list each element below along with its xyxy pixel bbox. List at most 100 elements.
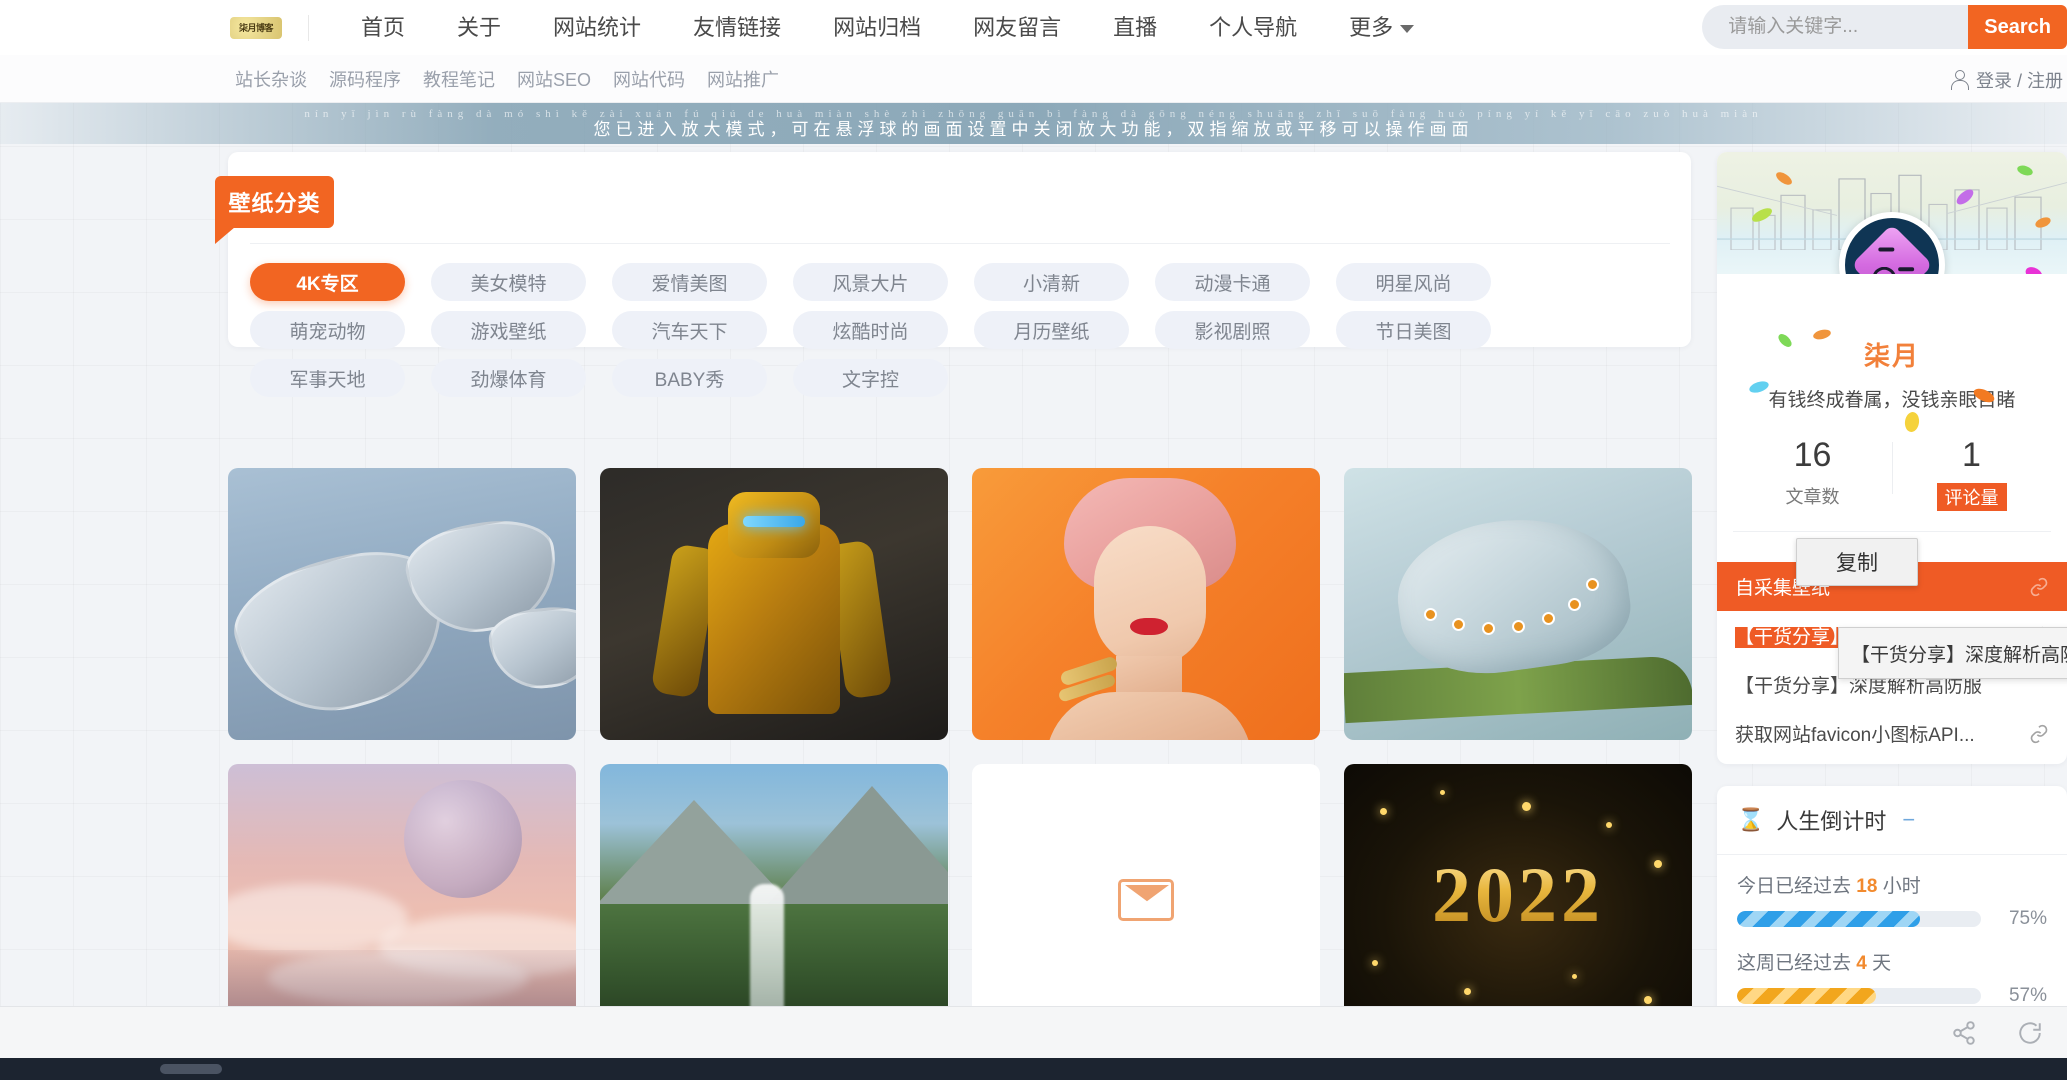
spot — [1452, 618, 1465, 631]
wallpaper-grid: 2022 — [228, 468, 1693, 1060]
nav-item-about[interactable]: 关于 — [431, 0, 527, 55]
home-indicator[interactable] — [160, 1064, 222, 1074]
share-icon[interactable] — [1951, 1020, 1977, 1046]
wallpaper-tile-clouds[interactable] — [228, 764, 576, 1036]
category-chip-text[interactable]: 文字控 — [793, 359, 948, 397]
login-register-link[interactable]: 登录 / 注册 — [1950, 67, 2063, 93]
wallpaper-tile-satellite-dishes[interactable] — [228, 468, 576, 740]
countdown-minimize-button[interactable]: − — [1902, 807, 1915, 833]
magnifier-mode-banner: nín yǐ jìn rù fàng dà mó shì kě zài xuán… — [0, 103, 2067, 144]
new-year-image: 2022 — [1344, 764, 1692, 1036]
subnav-item-promotion[interactable]: 网站推广 — [696, 66, 790, 92]
star-shape — [1522, 802, 1531, 811]
nav-item-archive[interactable]: 网站归档 — [807, 0, 947, 55]
category-chip-star[interactable]: 明星风尚 — [1336, 263, 1491, 301]
countdown-header: ⌛ 人生倒计时 − — [1717, 786, 2067, 855]
countdown-label-week: 这周已经过去 4 天 — [1737, 948, 2047, 975]
category-chip-model[interactable]: 美女模特 — [431, 263, 586, 301]
browser-bottom-bar — [0, 1006, 2067, 1058]
wallpaper-tile-woman[interactable] — [972, 468, 1320, 740]
category-chip-sports[interactable]: 劲爆体育 — [431, 359, 586, 397]
countdown-bar-week: 57% — [1737, 985, 2047, 1007]
wallpaper-tile-newyear[interactable]: 2022 — [1344, 764, 1692, 1036]
profile-body: 柒月 有钱终成眷属，没钱亲眼目睹 16 文章数 1 评论量 — [1717, 274, 2067, 552]
star-shape — [1572, 974, 1577, 979]
category-chip-car[interactable]: 汽车天下 — [612, 311, 767, 349]
empty-image-placeholder — [972, 764, 1320, 1036]
spot — [1586, 578, 1599, 591]
wallpaper-tile-butterfly[interactable] — [1344, 468, 1692, 740]
woman-portrait-image — [972, 468, 1320, 740]
butterfly-spots — [1418, 554, 1614, 646]
subnav-item-seo[interactable]: 网站SEO — [506, 66, 602, 92]
subnav-item-zhantan[interactable]: 站长杂谈 — [224, 66, 318, 92]
wallpaper-tile-waterfall[interactable] — [600, 764, 948, 1036]
chevron-down-icon — [1400, 25, 1415, 33]
star-shape — [1644, 996, 1652, 1004]
category-chip-fashion[interactable]: 炫酷时尚 — [793, 311, 948, 349]
category-chip-movie[interactable]: 影视剧照 — [1155, 311, 1310, 349]
right-sidebar: 柒月 有钱终成眷属，没钱亲眼目睹 16 文章数 1 评论量 自采集壁纸 【干货分… — [1717, 152, 2067, 1080]
category-chip-love[interactable]: 爱情美图 — [612, 263, 767, 301]
wallpaper-tile-empty[interactable] — [972, 764, 1320, 1036]
new-year-year-text: 2022 — [1344, 850, 1692, 940]
category-chip-pets[interactable]: 萌宠动物 — [250, 311, 405, 349]
link-icon[interactable] — [2029, 577, 2049, 597]
star-shape — [1380, 808, 1387, 815]
nav-item-stats[interactable]: 网站统计 — [527, 0, 667, 55]
nav-item-more[interactable]: 更多 — [1323, 0, 1440, 55]
progress-fill — [1737, 911, 1920, 927]
profile-stats: 16 文章数 1 评论量 — [1733, 436, 2051, 511]
nav-item-personal-nav[interactable]: 个人导航 — [1183, 0, 1323, 55]
refresh-icon[interactable] — [2017, 1020, 2043, 1046]
countdown-row-today: 今日已经过去 18 小时 75% — [1737, 871, 2047, 930]
secondary-nav-items: 站长杂谈 源码程序 教程笔记 网站SEO 网站代码 网站推广 — [224, 66, 790, 92]
nav-item-home[interactable]: 首页 — [335, 0, 431, 55]
subnav-item-code[interactable]: 网站代码 — [602, 66, 696, 92]
countdown-title: 人生倒计时 — [1776, 809, 1887, 834]
nav-item-links[interactable]: 友情链接 — [667, 0, 807, 55]
link-icon[interactable] — [2029, 724, 2049, 744]
profile-tagline: 有钱终成眷属，没钱亲眼目睹 — [1768, 390, 2016, 411]
progress-track — [1737, 988, 1981, 1004]
category-chip-calendar[interactable]: 月历壁纸 — [974, 311, 1129, 349]
article-title: 获取网站favicon小图标API... — [1735, 725, 1975, 746]
profile-stat-articles-value: 16 — [1793, 436, 1832, 474]
search-button[interactable]: Search — [1968, 5, 2067, 49]
category-chip-baby[interactable]: BABY秀 — [612, 359, 767, 397]
wallpaper-tile-robot[interactable] — [600, 468, 948, 740]
category-chip-festival[interactable]: 节日美图 — [1336, 311, 1491, 349]
search-box[interactable] — [1702, 5, 1969, 49]
subnav-item-source[interactable]: 源码程序 — [318, 66, 412, 92]
category-chip-anime[interactable]: 动漫卡通 — [1155, 263, 1310, 301]
site-logo[interactable]: 柒月博客 — [228, 13, 284, 43]
robot-image — [600, 468, 948, 740]
logo-badge: 柒月博客 — [230, 16, 282, 39]
profile-stat-comments: 1 评论量 — [1892, 436, 2051, 511]
nav-item-live[interactable]: 直播 — [1087, 0, 1183, 55]
article-row-4[interactable]: 获取网站favicon小图标API... — [1717, 709, 2067, 758]
category-chip-game[interactable]: 游戏壁纸 — [431, 311, 586, 349]
category-chip-scenery[interactable]: 风景大片 — [793, 263, 948, 301]
category-chip-military[interactable]: 军事天地 — [250, 359, 405, 397]
category-chip-fresh[interactable]: 小清新 — [974, 263, 1129, 301]
subnav-item-tutorial[interactable]: 教程笔记 — [412, 66, 506, 92]
spot — [1542, 612, 1555, 625]
progress-track — [1737, 911, 1981, 927]
confetti — [1903, 411, 1921, 433]
profile-stat-articles: 16 文章数 — [1733, 436, 1892, 511]
user-icon — [1950, 70, 1969, 90]
planet-shape — [404, 780, 522, 898]
mountain-waterfall-image — [600, 764, 948, 1036]
category-chip-list: 4K专区 美女模特 爱情美图 风景大片 小清新 动漫卡通 明星风尚 萌宠动物 游… — [250, 263, 1670, 407]
search-input[interactable] — [1728, 16, 1969, 38]
category-chip-4k[interactable]: 4K专区 — [250, 263, 405, 301]
copy-context-menu[interactable]: 复制 — [1796, 538, 1918, 586]
primary-nav: 首页 关于 网站统计 友情链接 网站归档 网友留言 直播 个人导航 更多 — [335, 0, 1440, 55]
nav-item-guestbook[interactable]: 网友留言 — [947, 0, 1087, 55]
article-title-tooltip: 【干货分享】深度解析高防服 — [1838, 627, 2067, 679]
nav-item-more-label: 更多 — [1349, 15, 1394, 40]
profile-divider — [1733, 531, 2051, 532]
star-shape — [1440, 790, 1445, 795]
countdown-bar-today: 75% — [1737, 908, 2047, 930]
